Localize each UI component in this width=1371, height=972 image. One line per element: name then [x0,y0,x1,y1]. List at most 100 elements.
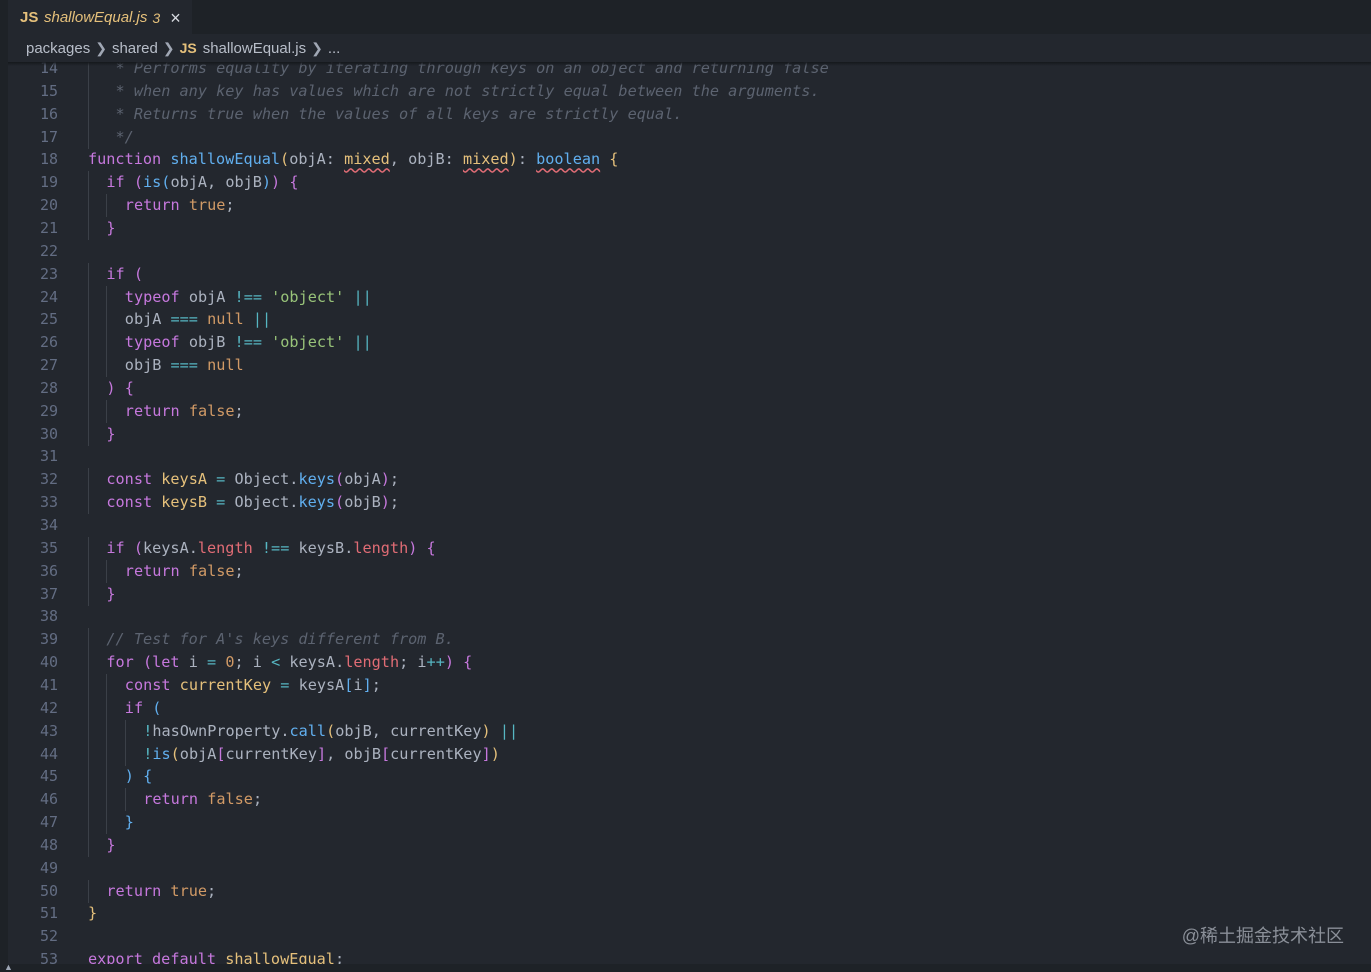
code-line[interactable]: 34 [8,514,1371,537]
code-line[interactable]: 40 for (let i = 0; i < keysA.length; i++)… [8,651,1371,675]
indent-guide [106,696,108,720]
code-content: } [106,834,115,857]
code-line[interactable]: 47} [8,811,1371,835]
code-token: ) [444,653,454,672]
code-token: const [106,493,153,512]
code-token: return [124,401,180,420]
breadcrumb-item-symbols[interactable]: ... [328,40,341,57]
code-line[interactable]: 39 // Test for A's keys different from B. [8,628,1371,652]
indent-guide [88,422,89,446]
indent-guide [106,331,108,355]
code-token: currentKey [390,744,482,763]
line-number: 49 [39,858,58,877]
breadcrumb-item-shared[interactable]: shared [112,40,158,57]
code-token: objB [344,493,381,512]
code-token: typeof [124,333,180,352]
code-line[interactable]: 33 const keysB = Object.keys(objB); [8,491,1371,515]
code-line[interactable]: 19 if (is(objA, objB)) { [8,171,1371,195]
code-line[interactable]: 45) { [8,765,1371,789]
code-line[interactable]: 46 return false; [8,788,1371,812]
code-line[interactable]: 30} [8,422,1371,446]
indent-guide [88,262,89,286]
code-token: || [252,310,272,329]
code-line[interactable]: 23 if ( [8,262,1371,286]
line-number: 24 [39,287,58,306]
tab-shallowequal[interactable]: JS shallowEqual.js 3 × [8,0,192,34]
code-content: const currentKey = keysA[i]; [125,674,381,697]
line-number: 37 [39,584,58,603]
code-token: objB, currentKey [335,721,482,740]
code-line[interactable]: 37} [8,582,1371,606]
code-line[interactable]: 17 */ [8,125,1371,149]
code-line[interactable]: 22 [8,240,1371,263]
code-token: objB [179,333,235,352]
code-line[interactable]: 41 const currentKey = keysA[i]; [8,673,1371,697]
code-content: function shallowEqual(objA: mixed, objB:… [88,148,618,171]
code-token: const [106,470,153,489]
code-token: } [106,584,116,603]
line-number: 50 [39,881,58,900]
code-line[interactable]: 36 return false; [8,559,1371,583]
code-line[interactable]: 50 return true; [8,879,1371,903]
caret-up-icon[interactable]: ▲ [4,962,13,972]
code-line[interactable]: 15 * when any key has values which are n… [8,79,1371,103]
line-number: 31 [39,447,58,466]
code-line[interactable]: 20 return true; [8,194,1371,218]
code-line[interactable]: 25 objA === null || [8,308,1371,332]
close-icon[interactable]: × [170,9,181,27]
code-token: is [143,173,162,192]
watermark: @稀土掘金技术社区 [1181,926,1344,946]
breadcrumb-item-packages[interactable]: packages [26,40,90,57]
code-token: ! [143,744,153,763]
code-token: } [124,813,134,832]
code-line[interactable]: 43 !hasOwnProperty.call(objB, currentKey)… [8,719,1371,743]
code-line[interactable]: 52 [8,925,1371,948]
breadcrumb-item-file[interactable]: shallowEqual.js [203,40,306,57]
code-line[interactable]: 29 return false; [8,399,1371,423]
code-line[interactable]: 35 if (keysA.length !== keysB.length) { [8,536,1371,560]
indent-guide [106,399,108,423]
code-content: // Test for A's keys different from B. [106,628,453,651]
code-token: ) [124,767,134,786]
code-line[interactable]: 16 * Returns true when the values of all… [8,102,1371,126]
code-line[interactable]: 24 typeof objA !== 'object' || [8,285,1371,309]
code-line[interactable]: 38 [8,605,1371,628]
code-token: = [207,653,217,672]
code-editor[interactable]: 14 * Performs equality by iterating thro… [8,62,1371,964]
line-number: 46 [39,790,58,809]
code-line[interactable]: 42 if ( [8,696,1371,720]
indent-guide [88,216,89,240]
code-line[interactable]: 31 [8,445,1371,468]
code-content: * when any key has values which are not … [106,80,820,103]
code-content: return true; [125,194,235,217]
code-token: === [170,310,198,329]
code-line[interactable]: 27 objB === null [8,354,1371,378]
line-number: 53 [39,950,58,964]
code-token: || [499,721,519,740]
code-line[interactable]: 49 [8,857,1371,880]
code-line[interactable]: 21} [8,216,1371,240]
code-line[interactable]: 51} [8,902,1371,925]
code-line[interactable]: 32 const keysA = Object.keys(objA); [8,468,1371,492]
indent-guide [88,536,89,560]
code-line[interactable]: 26 typeof objB !== 'object' || [8,331,1371,355]
code-line[interactable]: 44 !is(objA[currentKey], objB[currentKey]… [8,742,1371,766]
code-token: true [170,881,207,900]
code-line[interactable]: 48} [8,833,1371,857]
code-line[interactable]: 18 function shallowEqual(objA: mixed, obj… [8,148,1371,171]
indent-guide [88,559,89,583]
code-line[interactable]: 53 export default shallowEqual; [8,948,1371,964]
indent-guide [106,354,108,378]
code-line[interactable]: 28) { [8,376,1371,400]
code-token: ; [252,790,263,809]
code-token: return [106,881,162,900]
code-token: ( [133,173,143,192]
code-token: objA: [289,150,345,169]
